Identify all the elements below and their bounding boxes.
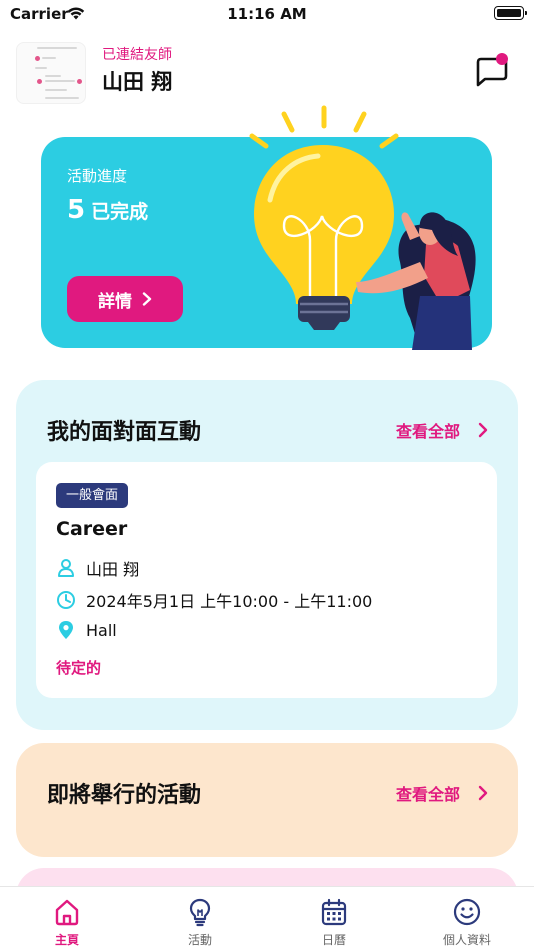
meeting-person: 山田 翔 xyxy=(86,560,140,579)
details-button-label: 詳情 xyxy=(98,291,132,312)
notification-dot xyxy=(496,53,508,65)
calendar-icon xyxy=(321,898,347,926)
completed-count: 5 xyxy=(67,195,86,225)
battery-icon xyxy=(494,6,527,20)
clock: 11:16 AM xyxy=(227,5,307,23)
chevron-right-icon xyxy=(142,292,152,306)
meetings-card: 我的面對面互動 查看全部 一般會面 Career 山田 翔 2024年5月1日 … xyxy=(16,380,518,730)
upcoming-title: 即將舉行的活動 xyxy=(47,783,202,808)
details-button[interactable]: 詳情 xyxy=(67,276,183,322)
connected-mentor-label: 已連結友師 xyxy=(102,47,172,63)
smiley-icon xyxy=(453,898,481,926)
completed-label: 已完成 xyxy=(91,201,149,223)
tab-activities[interactable]: 活動 xyxy=(155,897,245,948)
tab-calendar-label: 日曆 xyxy=(321,933,346,947)
home-icon xyxy=(55,899,79,926)
tab-calendar[interactable]: 日曆 xyxy=(289,897,379,948)
upcoming-card: 即將舉行的活動 查看全部 xyxy=(16,743,518,857)
meeting-person-row: 山田 翔 xyxy=(56,556,139,580)
location-pin-icon xyxy=(59,621,73,639)
chevron-right-icon xyxy=(478,422,488,438)
tab-home-label: 主頁 xyxy=(54,933,79,947)
meetings-view-all-link[interactable]: 查看全部 xyxy=(396,418,488,442)
tab-profile[interactable]: 個人資料 xyxy=(422,897,512,948)
user-name: 山田 翔 xyxy=(102,70,173,94)
person-icon xyxy=(58,559,74,577)
meeting-location: Hall xyxy=(86,620,117,640)
tab-activities-label: 活動 xyxy=(187,933,212,947)
status-bar: Carrier 11:16 AM xyxy=(0,0,534,30)
progress-count: 5 已完成 xyxy=(67,195,148,225)
progress-title: 活動進度 xyxy=(67,167,128,185)
chevron-right-icon xyxy=(478,785,488,801)
meeting-status: 待定的 xyxy=(56,659,102,677)
meeting-time-row: 2024年5月1日 上午10:00 - 上午11:00 xyxy=(56,588,372,612)
meeting-topic: Career xyxy=(56,518,128,540)
upcoming-view-all-link[interactable]: 查看全部 xyxy=(396,781,488,805)
view-all-label: 查看全部 xyxy=(395,422,460,441)
tab-bar: 主頁 活動 日曆 個人資料 xyxy=(0,886,534,950)
avatar[interactable] xyxy=(16,42,86,104)
meeting-item[interactable]: 一般會面 Career 山田 翔 2024年5月1日 上午10:00 - 上午1… xyxy=(36,462,497,698)
meeting-type-badge: 一般會面 xyxy=(56,483,129,508)
progress-card: 活動進度 5 已完成 詳情 xyxy=(41,137,492,348)
tab-profile-label: 個人資料 xyxy=(442,933,491,947)
meeting-location-row: Hall xyxy=(56,620,117,640)
view-all-label: 查看全部 xyxy=(395,785,460,804)
lightbulb-icon xyxy=(189,898,211,927)
meetings-title: 我的面對面互動 xyxy=(47,420,202,445)
clock-icon xyxy=(57,591,75,609)
meeting-datetime: 2024年5月1日 上午10:00 - 上午11:00 xyxy=(86,592,373,611)
tab-home[interactable]: 主頁 xyxy=(22,897,112,948)
